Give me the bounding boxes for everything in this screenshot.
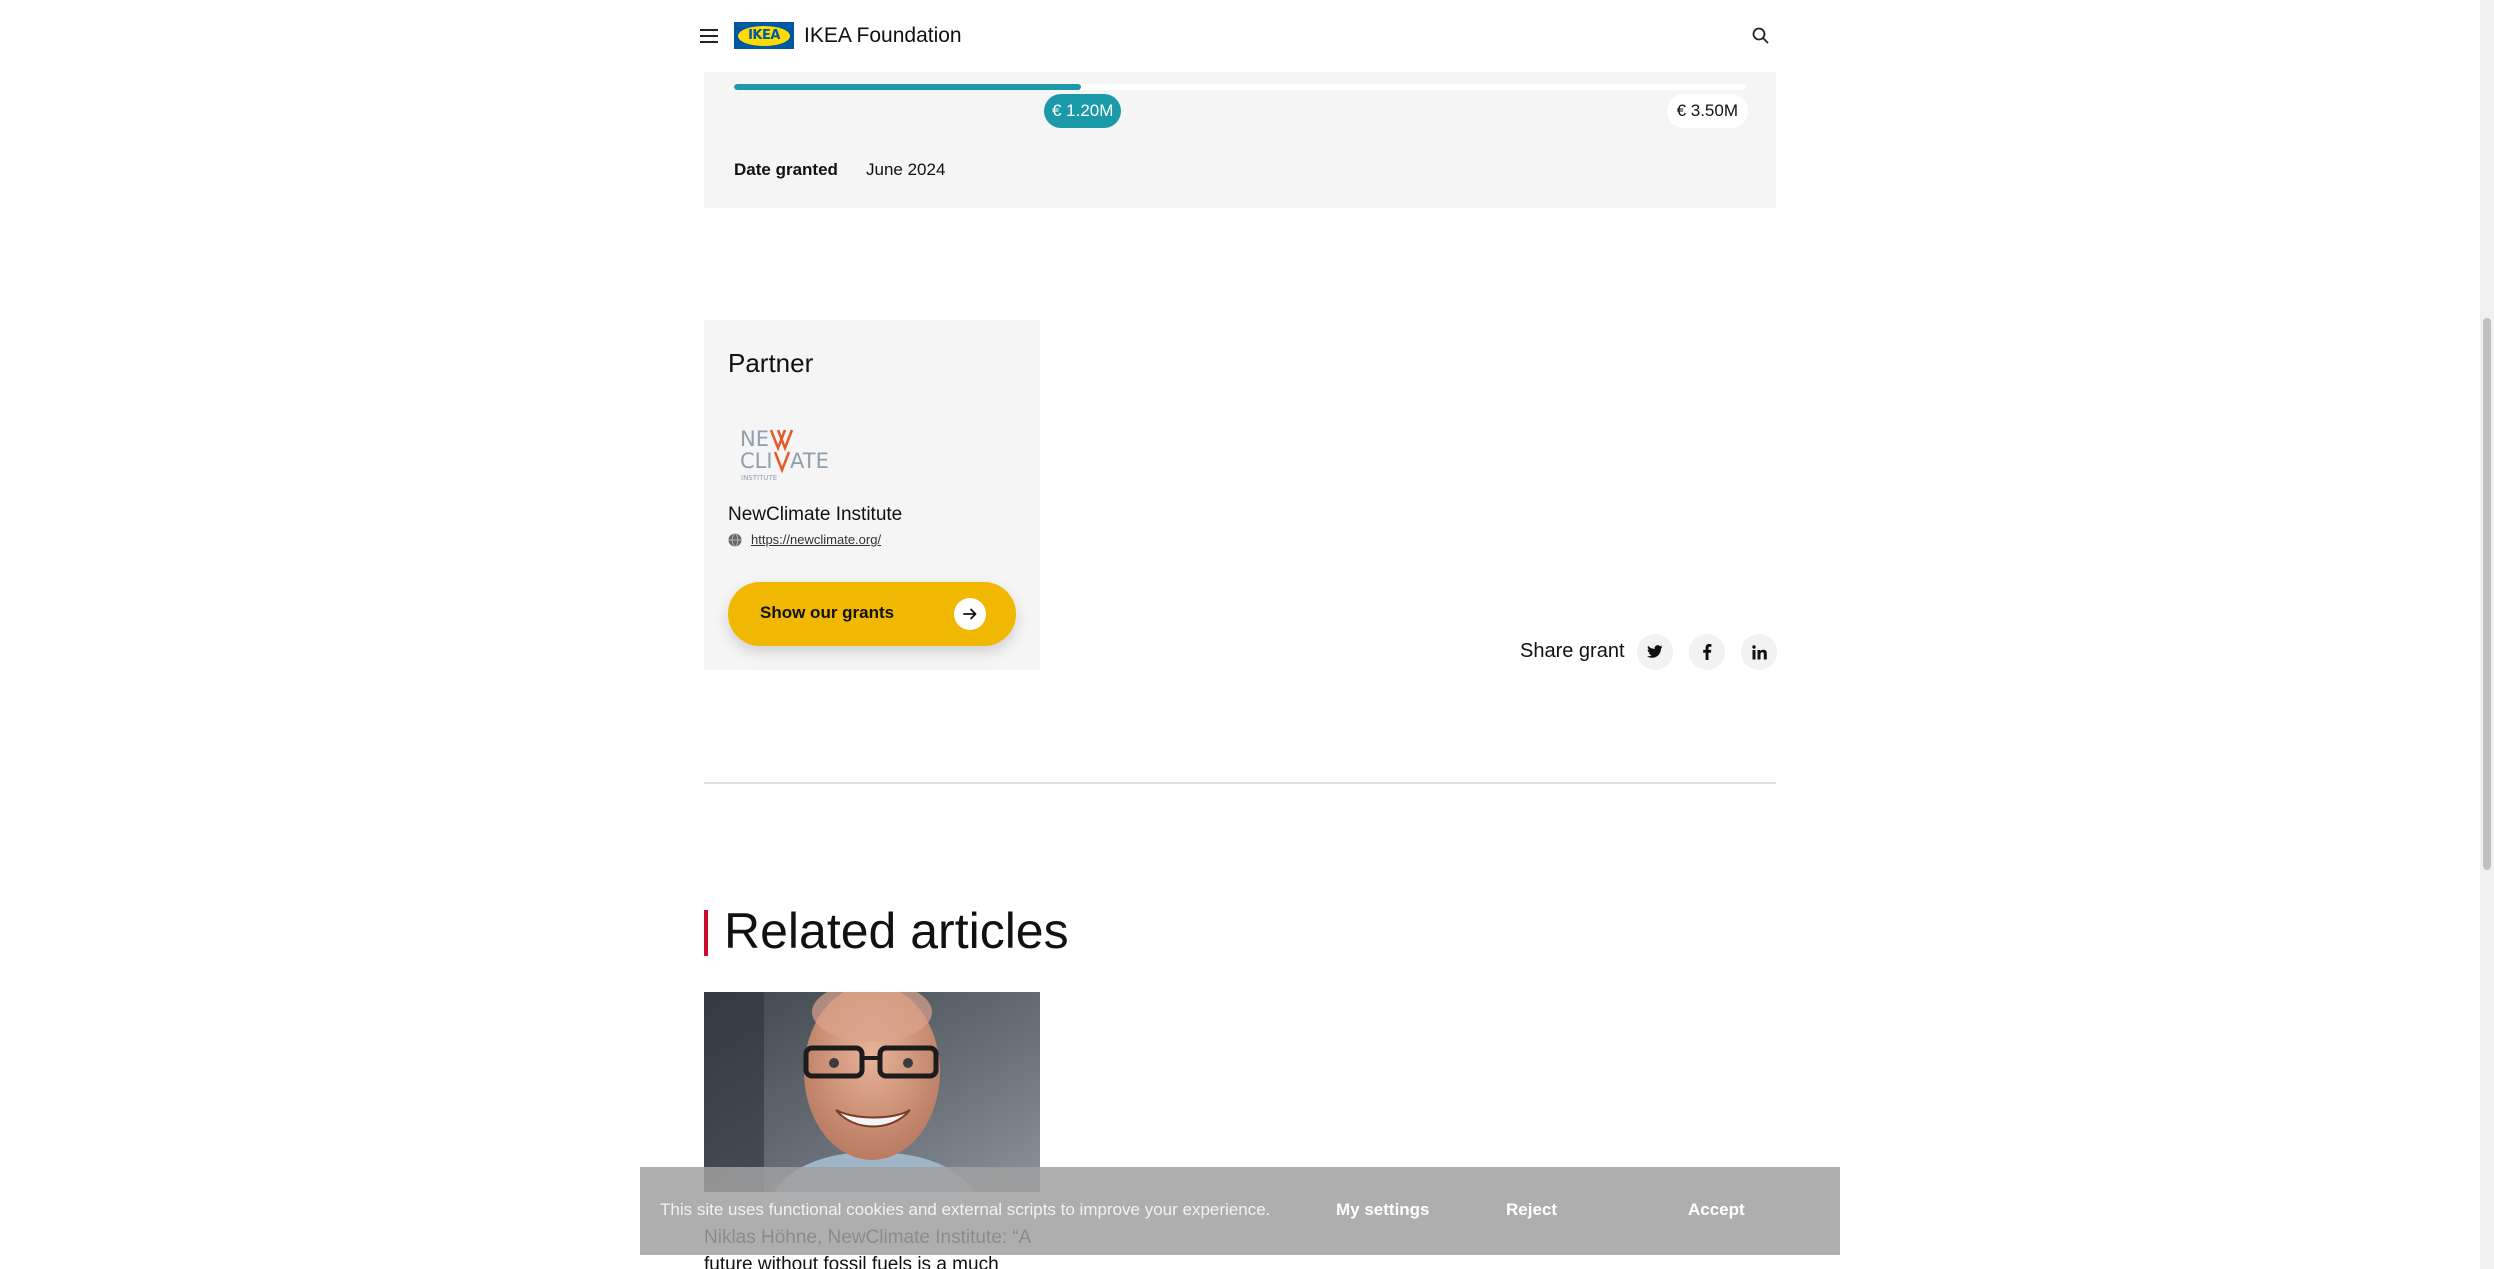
article-thumbnail[interactable]	[704, 992, 1040, 1192]
share-grant-label: Share grant	[1520, 640, 1625, 662]
grant-progress-fill	[734, 84, 1082, 90]
cookie-banner: This site uses functional cookies and ex…	[640, 1167, 1840, 1255]
globe-icon	[728, 532, 742, 547]
svg-text:CLI: CLI	[740, 449, 773, 473]
related-accent-bar	[704, 910, 708, 956]
logo-text: IKEA	[748, 28, 780, 43]
svg-text:ATE: ATE	[790, 449, 829, 473]
related-articles-heading: Related articles	[724, 903, 1069, 959]
facebook-icon[interactable]	[1689, 634, 1725, 670]
reject-button[interactable]: Reject	[1506, 1200, 1557, 1220]
newclimate-logo: NE CLI ATE INSTITUTE	[738, 424, 848, 484]
twitter-icon[interactable]	[1637, 634, 1673, 670]
partner-website: https://newclimate.org/	[728, 532, 881, 547]
grant-details-panel: € 1.20M € 3.50M Date granted June 2024	[704, 72, 1776, 208]
partner-name: NewClimate Institute	[728, 504, 903, 525]
partner-card: Partner NE CLI ATE INSTITUTE NewClimate …	[704, 320, 1040, 670]
date-granted-label: Date granted	[734, 160, 838, 179]
show-our-grants-label: Show our grants	[760, 603, 895, 622]
site-header: IKEA IKEA Foundation	[0, 0, 2480, 72]
scrollbar-thumb[interactable]	[2483, 318, 2491, 870]
show-our-grants-button[interactable]: Show our grants	[728, 582, 1016, 646]
svg-text:NE: NE	[740, 427, 769, 451]
svg-text:INSTITUTE: INSTITUTE	[741, 474, 777, 482]
arrow-right-icon	[954, 598, 986, 630]
my-settings-button[interactable]: My settings	[1336, 1200, 1430, 1220]
linkedin-icon[interactable]	[1741, 634, 1777, 670]
grant-progress-bar	[734, 84, 1746, 90]
date-granted-value: June 2024	[866, 160, 946, 179]
page-scrollbar[interactable]	[2480, 0, 2494, 1269]
hamburger-menu-icon[interactable]	[700, 26, 718, 44]
ikea-logo[interactable]: IKEA	[734, 22, 794, 49]
search-icon[interactable]	[1750, 25, 1772, 47]
granted-amount-badge: € 1.20M	[1044, 94, 1122, 128]
total-amount-badge: € 3.50M	[1666, 94, 1748, 128]
accept-button[interactable]: Accept	[1688, 1200, 1745, 1220]
partner-website-link[interactable]: https://newclimate.org/	[751, 532, 881, 547]
partner-heading: Partner	[728, 348, 814, 378]
brand-name[interactable]: IKEA Foundation	[804, 22, 962, 50]
section-divider	[704, 782, 1776, 784]
cookie-message: This site uses functional cookies and ex…	[660, 1200, 1271, 1219]
